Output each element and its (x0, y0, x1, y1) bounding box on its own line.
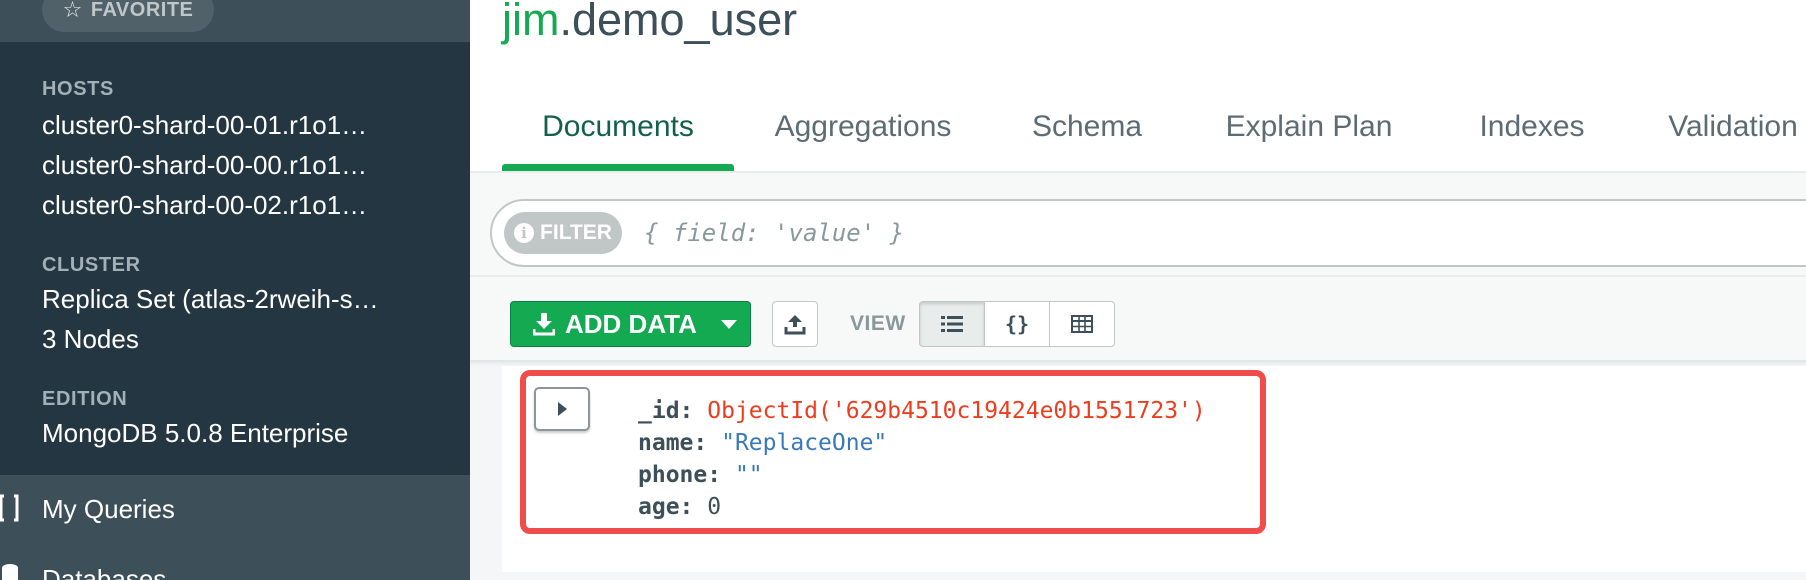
view-switcher: {} (919, 301, 1115, 347)
collection-namespace-title: jim.demo_user (502, 0, 797, 46)
field-value: "" (734, 462, 763, 488)
star-icon: ☆ (62, 0, 83, 22)
json-view-button[interactable]: {} (984, 301, 1050, 347)
filter-label: FILTER (540, 221, 612, 244)
toolbar-divider (470, 275, 1806, 277)
field-value: "ReplaceOne" (721, 430, 888, 456)
table-icon (1071, 315, 1093, 333)
favorite-button[interactable]: ☆ FAVORITE (42, 0, 214, 32)
edition-value: MongoDB 5.0.8 Enterprise (42, 418, 349, 448)
host-item: cluster0-shard-00-01.r1o1… (42, 110, 368, 140)
hosts-label: HOSTS (42, 78, 114, 100)
field-value: ObjectId('629b4510c19424e0b1551723') (707, 398, 1206, 424)
field-key: _id: (638, 398, 694, 424)
query-bar: i FILTER ADD DATA VIEW {} (470, 173, 1806, 360)
host-item: cluster0-shard-00-00.r1o1… (42, 150, 368, 180)
add-data-button[interactable]: ADD DATA (510, 301, 751, 347)
field-key: phone: (638, 462, 722, 488)
nav-my-queries[interactable]: My Queries (42, 494, 175, 525)
document-field-phone: phone: "" (638, 462, 763, 488)
tab-indexes[interactable]: Indexes (1436, 98, 1628, 172)
caret-right-icon (557, 402, 567, 416)
export-collection-button[interactable] (772, 301, 818, 347)
field-value: 0 (707, 494, 722, 520)
document-divider (502, 572, 1806, 580)
chevron-down-icon (720, 319, 737, 329)
list-view-button[interactable] (919, 301, 985, 347)
tab-validation[interactable]: Validation (1628, 98, 1806, 172)
field-key: name: (638, 430, 708, 456)
highlight-box (520, 370, 1266, 534)
my-queries-icon (0, 494, 19, 522)
tab-documents[interactable]: Documents (502, 98, 734, 172)
edition-label: EDITION (42, 388, 128, 410)
download-icon (533, 313, 555, 336)
table-view-button[interactable] (1049, 301, 1115, 347)
filter-label-pill: i FILTER (504, 212, 622, 254)
cluster-label: CLUSTER (42, 254, 141, 276)
cluster-nodes: 3 Nodes (42, 324, 139, 354)
host-item: cluster0-shard-00-02.r1o1… (42, 190, 368, 220)
collection-tabs: Documents Aggregations Schema Explain Pl… (502, 98, 1806, 172)
braces-icon: {} (1004, 312, 1030, 336)
sidebar: ☆ FAVORITE HOSTS cluster0-shard-00-01.r1… (0, 0, 470, 580)
document-field-age: age: 0 (638, 494, 721, 520)
tab-aggregations[interactable]: Aggregations (734, 98, 992, 172)
list-icon (941, 316, 963, 332)
favorite-label: FAVORITE (90, 0, 194, 21)
export-icon (784, 315, 806, 335)
info-icon[interactable]: i (514, 223, 535, 243)
instance-info-panel: HOSTS cluster0-shard-00-01.r1o1… cluster… (0, 42, 470, 475)
filter-bar: i FILTER (490, 199, 1806, 267)
tab-explain-plan[interactable]: Explain Plan (1182, 98, 1436, 172)
expand-document-button[interactable] (534, 387, 590, 431)
filter-input[interactable] (644, 212, 1744, 254)
cluster-value: Replica Set (atlas-2rweih-s… (42, 284, 379, 314)
document-field-name: name: "ReplaceOne" (638, 430, 887, 456)
nav-databases[interactable]: Databases (42, 564, 166, 580)
namespace-collection: .demo_user (559, 0, 798, 45)
add-data-label: ADD DATA (565, 308, 697, 339)
databases-icon (2, 564, 18, 580)
tab-schema[interactable]: Schema (992, 98, 1182, 172)
namespace-database[interactable]: jim (502, 0, 559, 45)
field-key: age: (638, 494, 694, 520)
view-label: VIEW (850, 312, 906, 335)
document-field-id: _id: ObjectId('629b4510c19424e0b1551723'… (638, 398, 1206, 424)
